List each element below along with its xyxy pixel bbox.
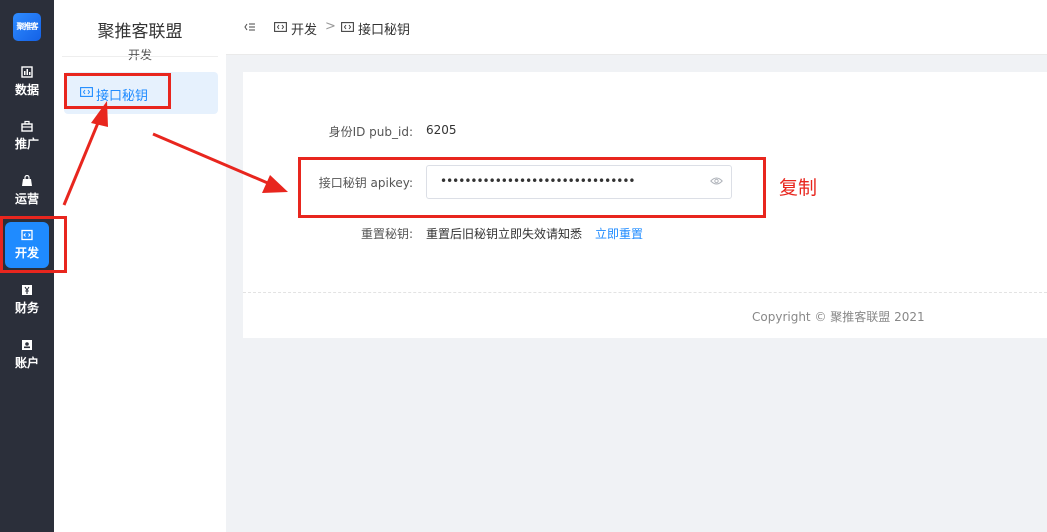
highlight-box-api-key (298, 157, 766, 218)
bag-icon (22, 175, 32, 186)
breadcrumb-item-api-key: 接口秘钥 (358, 23, 411, 38)
code-icon (274, 22, 287, 32)
code-icon (341, 22, 354, 32)
nav-item-label: 账户 (14, 356, 39, 370)
top-bar: 开发 > 接口秘钥 (226, 0, 1047, 55)
reset-key-label: 重置秘钥: (360, 227, 413, 241)
reset-key-hint: 重置后旧秘钥立即失效请知悉 (426, 227, 583, 241)
yen-icon (22, 285, 32, 295)
breadcrumb-item-develop[interactable]: 开发 (291, 19, 317, 38)
nav-item-operation[interactable]: 运营 (5, 171, 49, 217)
nav-item-promote[interactable]: 推广 (5, 116, 49, 162)
divider (243, 292, 1047, 293)
annotation-copy-label: 复制 (779, 177, 818, 199)
briefcase-icon (21, 120, 33, 132)
nav-item-account[interactable]: 账户 (5, 335, 49, 381)
divider (62, 56, 218, 57)
footer-copyright: Copyright © 聚推客联盟 2021 (752, 310, 925, 324)
breadcrumb-separator: > (325, 19, 336, 34)
nav-item-label: 财务 (14, 301, 39, 315)
user-card-icon (22, 340, 32, 350)
nav-item-label: 运营 (14, 192, 39, 206)
highlight-box-nav (0, 216, 67, 273)
bar-chart-icon (21, 66, 33, 78)
pub-id-value: 6205 (426, 123, 457, 137)
pub-id-label: 身份ID pub_id: (328, 125, 413, 139)
sub-menu-caption: 开发 (127, 48, 152, 62)
nav-item-data[interactable]: 数据 (5, 62, 49, 108)
highlight-box-submenu (64, 73, 171, 109)
nav-item-label: 推广 (14, 137, 39, 151)
nav-item-label: 数据 (14, 83, 39, 97)
collapse-menu-icon[interactable] (244, 22, 256, 32)
sub-menu-title: 聚推客联盟 (97, 22, 183, 42)
nav-item-finance[interactable]: 财务 (5, 280, 49, 326)
reset-key-link[interactable]: 立即重置 (595, 225, 643, 242)
app-logo[interactable]: 聚推客 (13, 13, 41, 41)
